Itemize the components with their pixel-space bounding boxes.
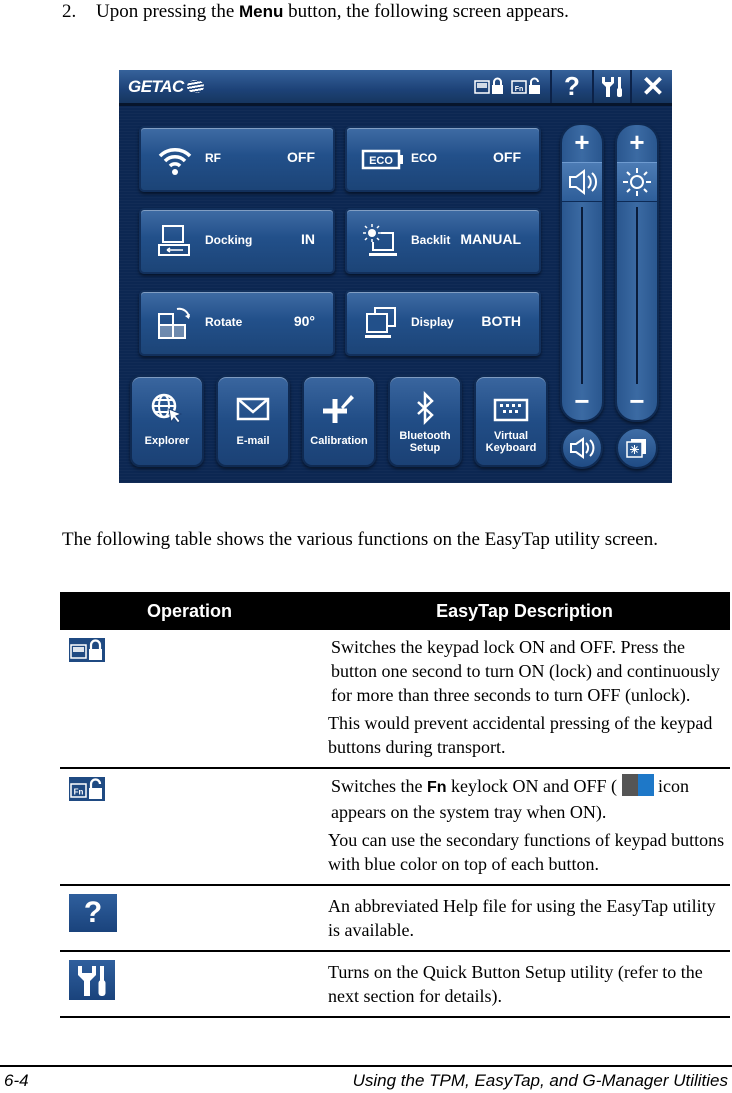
fn-lock-icon[interactable]: Fn (511, 76, 541, 96)
tile-eco[interactable]: ECO ECO OFF (345, 126, 541, 192)
header-description: EasyTap Description (319, 592, 730, 630)
globe-cursor-icon (151, 393, 183, 424)
svg-text:Fn: Fn (74, 788, 84, 797)
page-number: 6-4 (4, 1071, 29, 1090)
volume-slider[interactable]: + − (560, 123, 604, 422)
easytap-screen: GETAC Fn ? ✕ RF OFF ECO ECO OFF Docking … (119, 70, 672, 483)
description-cell: Turns on the Quick Button Setup utility … (319, 951, 730, 1018)
brightness-down-button[interactable]: − (617, 388, 657, 414)
sun-icon (623, 168, 651, 196)
wifi-icon (158, 148, 192, 175)
app-email[interactable]: E-mail (216, 375, 290, 467)
table-row: ? An abbreviated Help file for using the… (60, 885, 730, 952)
help-icon: ? (69, 894, 117, 932)
system-tray-fn-lock-icon (621, 774, 654, 796)
step-number: 2. (62, 1, 77, 22)
tile-docking[interactable]: Docking IN (139, 208, 335, 274)
app-calibration[interactable]: Calibration (302, 375, 376, 467)
brightness-track (636, 207, 638, 384)
app-explorer[interactable]: Explorer (130, 375, 204, 467)
brightness-slider[interactable]: + − (615, 123, 659, 422)
tile-value: 90° (293, 313, 315, 329)
volume-up-button[interactable]: + (562, 129, 602, 155)
screen-brightness-icon (626, 439, 646, 458)
operation-cell: ? (60, 885, 319, 952)
tile-label: ECO (411, 151, 438, 165)
setup-icon (602, 76, 622, 97)
envelope-icon (236, 397, 270, 421)
speaker-icon (569, 169, 598, 195)
eco-battery-icon: ECO (361, 149, 403, 170)
svg-text:ECO: ECO (369, 155, 393, 167)
tile-value: IN (301, 231, 315, 247)
tile-value: BOTH (481, 313, 521, 329)
display-off-button[interactable] (616, 427, 658, 469)
help-icon: ? (564, 71, 580, 101)
keypad-lock-icon[interactable] (474, 76, 504, 96)
app-virtual-keyboard[interactable]: Virtual Keyboard (474, 375, 548, 467)
rotate-icon (158, 307, 190, 339)
calibration-icon (323, 395, 354, 423)
titlebar: GETAC Fn ? ✕ (119, 70, 672, 106)
operation-cell: Fn (60, 768, 319, 886)
speaker-icon (570, 437, 595, 459)
docking-icon (158, 225, 190, 256)
keypad-lock-icon (69, 638, 105, 662)
description-cell: An abbreviated Help file for using the E… (319, 885, 730, 952)
backlight-icon (363, 224, 397, 256)
bluetooth-icon (417, 391, 434, 426)
setup-icon (69, 960, 115, 1000)
tile-label: RF (205, 151, 221, 165)
header-operation: Operation (60, 592, 319, 630)
tile-rf[interactable]: RF OFF (139, 126, 335, 192)
step-instruction: 2. Upon pressing the Menu button, the fol… (62, 1, 569, 22)
chapter-title: Using the TPM, EasyTap, and G-Manager Ut… (352, 1071, 728, 1090)
svg-text:Fn: Fn (515, 86, 524, 93)
close-icon: ✕ (641, 71, 665, 102)
tile-rotate[interactable]: Rotate 90° (139, 290, 335, 356)
tile-label: Rotate (205, 315, 243, 329)
description-cell: Switches the Fn keylock ON and OFF ( ico… (319, 768, 730, 886)
footer-divider (0, 1065, 732, 1067)
tile-label: Docking (205, 233, 253, 247)
globe-logo-icon (186, 80, 204, 93)
brightness-slider-thumb[interactable] (617, 162, 657, 202)
tile-backlit[interactable]: Backlit MANUAL (345, 208, 541, 274)
menu-keyword: Menu (239, 2, 284, 21)
help-button[interactable]: ? (550, 70, 592, 103)
brightness-up-button[interactable]: + (617, 129, 657, 155)
tile-label: Display (411, 315, 454, 329)
table-header-row: Operation EasyTap Description (60, 592, 730, 630)
tile-value: MANUAL (460, 231, 521, 247)
table-row: Switches the keypad lock ON and OFF. Pre… (60, 630, 730, 769)
operation-cell (60, 951, 319, 1018)
app-bluetooth-setup[interactable]: Bluetooth Setup (388, 375, 462, 467)
tile-display[interactable]: Display BOTH (345, 290, 541, 356)
volume-down-button[interactable]: − (562, 388, 602, 414)
display-icon (365, 307, 396, 338)
volume-track (581, 207, 583, 384)
volume-slider-thumb[interactable] (562, 162, 602, 202)
table-row: Turns on the Quick Button Setup utility … (60, 951, 730, 1018)
getac-logo: GETAC (128, 77, 204, 97)
operation-cell (60, 630, 319, 769)
fn-keyword: Fn (427, 779, 447, 796)
tile-value: OFF (493, 149, 521, 165)
intro-paragraph: The following table shows the various fu… (62, 529, 658, 550)
setup-button[interactable] (592, 70, 630, 103)
tile-label: Backlit (411, 233, 451, 247)
close-button[interactable]: ✕ (630, 70, 672, 103)
functions-table: Operation EasyTap Description Switches t… (60, 592, 730, 1018)
tile-value: OFF (287, 149, 315, 165)
mute-button[interactable] (561, 427, 603, 469)
description-cell: Switches the keypad lock ON and OFF. Pre… (319, 630, 730, 769)
keyboard-icon (493, 398, 529, 422)
table-row: Fn Switches the Fn keylock ON and OFF ( … (60, 768, 730, 886)
fn-lock-icon: Fn (69, 777, 105, 801)
